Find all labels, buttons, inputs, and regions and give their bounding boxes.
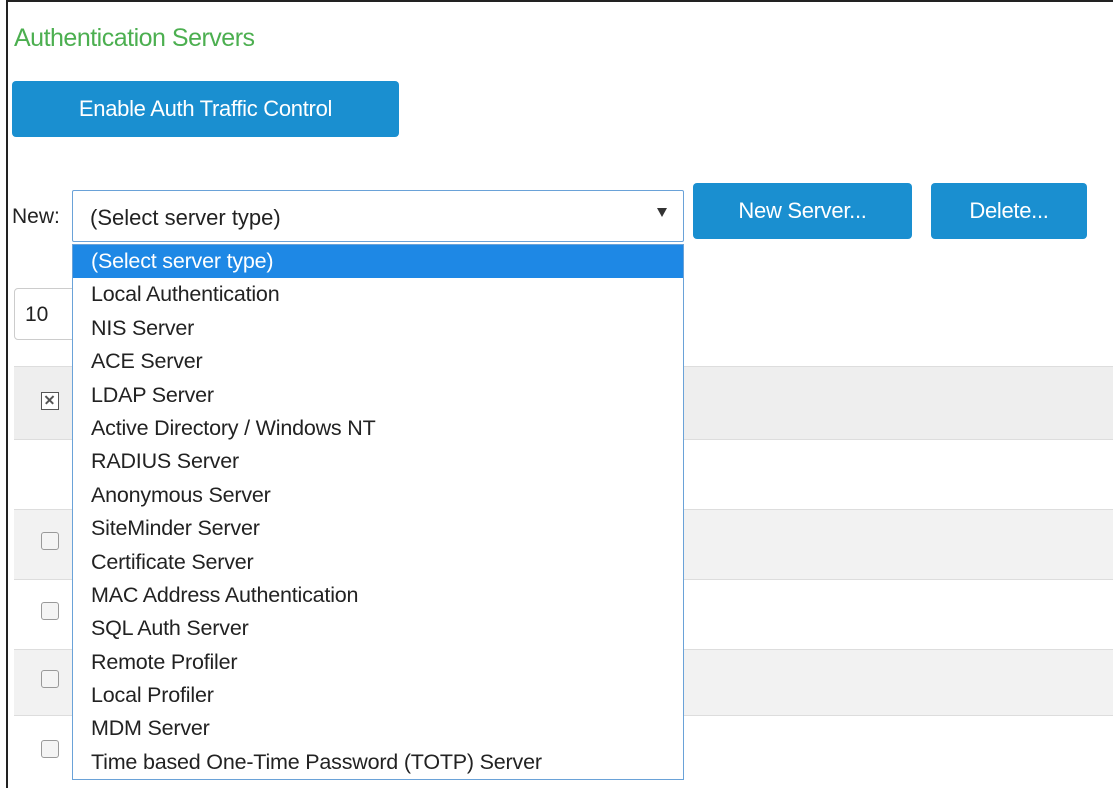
dropdown-option[interactable]: Time based One-Time Password (TOTP) Serv… bbox=[73, 746, 683, 779]
dropdown-option[interactable]: Active Directory / Windows NT bbox=[73, 412, 683, 445]
dropdown-option[interactable]: Anonymous Server bbox=[73, 479, 683, 512]
dropdown-option[interactable]: Certificate Server bbox=[73, 546, 683, 579]
frame-top-border bbox=[6, 0, 1113, 2]
dropdown-option[interactable]: ACE Server bbox=[73, 345, 683, 378]
enable-auth-traffic-control-button[interactable]: Enable Auth Traffic Control bbox=[12, 81, 399, 137]
dropdown-arrow-icon[interactable] bbox=[657, 208, 667, 217]
dropdown-option[interactable]: Remote Profiler bbox=[73, 646, 683, 679]
new-label: New: bbox=[12, 205, 60, 228]
new-server-button[interactable]: New Server... bbox=[693, 183, 912, 239]
dropdown-option[interactable]: LDAP Server bbox=[73, 379, 683, 412]
row-checkbox[interactable] bbox=[41, 740, 59, 758]
row-checkbox[interactable] bbox=[41, 532, 59, 550]
dropdown-option[interactable]: (Select server type) bbox=[73, 245, 683, 279]
delete-button[interactable]: Delete... bbox=[931, 183, 1087, 239]
dropdown-option[interactable]: MDM Server bbox=[73, 712, 683, 745]
server-type-dropdown-list[interactable]: (Select server type) Local Authenticatio… bbox=[72, 244, 684, 780]
dropdown-option[interactable]: NIS Server bbox=[73, 312, 683, 345]
dropdown-option[interactable]: RADIUS Server bbox=[73, 445, 683, 478]
row-checkbox[interactable] bbox=[41, 602, 59, 620]
dropdown-option[interactable]: MAC Address Authentication bbox=[73, 579, 683, 612]
per-page-select[interactable]: 10 bbox=[14, 288, 78, 340]
row-checkbox[interactable] bbox=[41, 670, 59, 688]
per-page-value: 10 bbox=[25, 303, 49, 326]
page-title: Authentication Servers bbox=[14, 24, 255, 52]
dropdown-option[interactable]: Local Profiler bbox=[73, 679, 683, 712]
dropdown-option[interactable]: SQL Auth Server bbox=[73, 612, 683, 645]
server-type-select-value: (Select server type) bbox=[90, 205, 281, 230]
frame-left-border bbox=[6, 0, 8, 788]
dropdown-option[interactable]: SiteMinder Server bbox=[73, 512, 683, 545]
select-all-checkbox-icon[interactable] bbox=[41, 392, 59, 410]
dropdown-option[interactable]: Local Authentication bbox=[73, 278, 683, 311]
server-type-select[interactable]: (Select server type) bbox=[72, 190, 684, 242]
